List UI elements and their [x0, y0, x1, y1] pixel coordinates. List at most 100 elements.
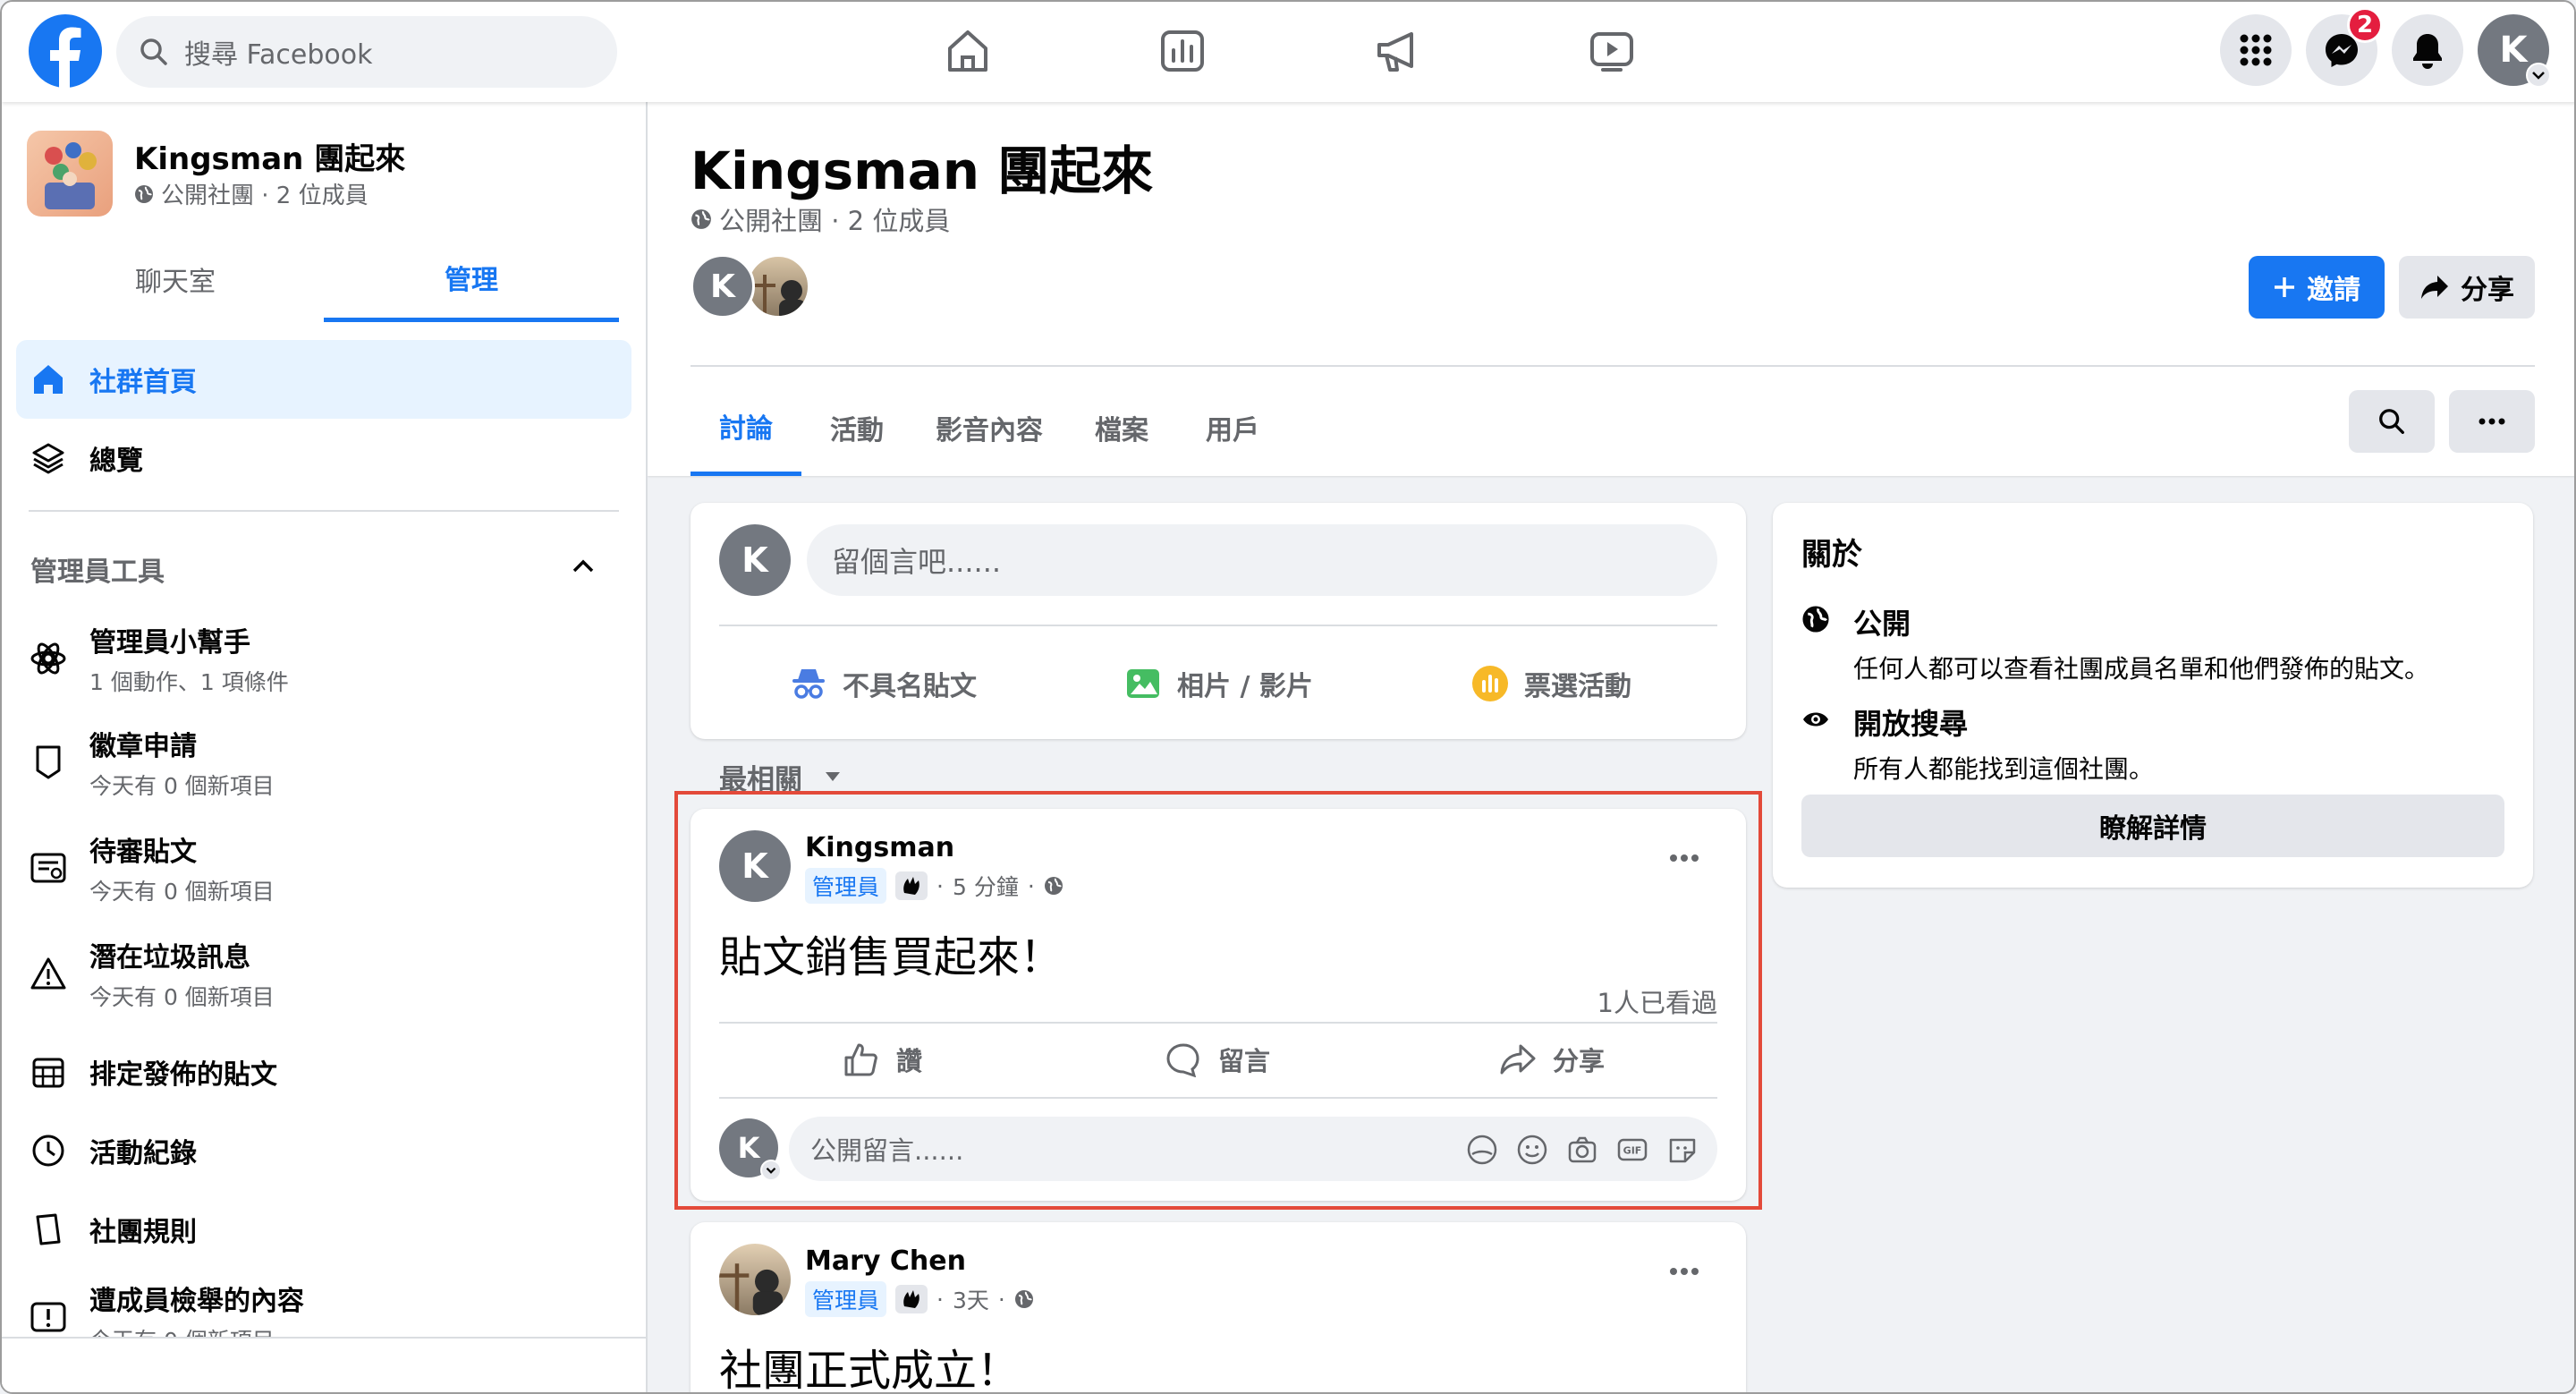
post-seen-count[interactable]: 1人已看過 — [1597, 982, 1717, 1020]
post-author-name[interactable]: Mary Chen — [805, 1245, 966, 1277]
sidebar-group-name[interactable]: Kingsman 團起來 — [134, 134, 405, 178]
post-time[interactable]: 5 分鐘 — [953, 870, 1019, 902]
grid-menu-icon — [2240, 34, 2272, 66]
about-card: 關於 公開 任何人都可以查看社團成員名單和他們發佈的貼文。 開放搜尋 所有人都能找到… — [1773, 503, 2533, 888]
admin-tools-title: 管理員工具 — [30, 557, 165, 588]
facebook-logo-icon[interactable] — [29, 14, 102, 88]
post-more-icon[interactable] — [1669, 1267, 1699, 1276]
group-header: Kingsman 團起來 公開社團 · 2 位成員 K 邀請 分享 討論 活動 … — [648, 102, 2574, 476]
tool-label: 徽章申請 — [89, 731, 197, 762]
member-avatar[interactable]: K — [691, 254, 755, 319]
share-post-button[interactable]: 分享 — [1499, 1024, 1605, 1095]
tab-events[interactable]: 活動 — [801, 379, 912, 476]
account-avatar-button[interactable]: K — [2478, 14, 2551, 88]
tab-files[interactable]: 檔案 — [1066, 379, 1177, 476]
post-composer: K 留個言吧...... 不具名貼文 相片 / 影片 票選活動 — [691, 503, 1746, 739]
photo-video-button[interactable]: 相片 / 影片 — [1123, 648, 1313, 719]
anonymous-post-label: 不具名貼文 — [843, 671, 977, 702]
commenter-avatar[interactable]: K — [719, 1118, 782, 1181]
group-more-button[interactable] — [2449, 390, 2535, 453]
caret-down-icon — [826, 772, 840, 781]
sidebar-item-community-home[interactable]: 社群首頁 — [16, 340, 631, 419]
sidebar-item-admin-assistant[interactable]: 管理員小幫手 1 個動作、1 項條件 — [16, 612, 631, 705]
post-card: Mary Chen 管理員 · 3天 · 社團正式成立！ — [691, 1222, 1746, 1392]
globe-icon — [135, 184, 153, 203]
insights-nav-icon[interactable] — [1157, 25, 1208, 77]
sidebar-item-badge-requests[interactable]: 徽章申請 今天有 0 個新項目 — [16, 716, 631, 809]
composer-avatar-letter: K — [741, 540, 768, 580]
sidebar-item-group-rules[interactable]: 社團規則 — [16, 1197, 631, 1262]
top-navigation-bar: 搜尋 Facebook 2 K — [2, 2, 2574, 102]
svg-text:GIF: GIF — [1623, 1145, 1642, 1157]
post-time[interactable]: 3天 — [953, 1283, 989, 1315]
comment-input[interactable]: 公開留言...... GIF — [789, 1117, 1717, 1181]
watch-nav-icon[interactable] — [1587, 25, 1637, 77]
comment-tools: GIF — [1465, 1133, 1699, 1167]
sidebar-item-activity-log[interactable]: 活動紀錄 — [16, 1118, 631, 1183]
sidebar-item-pending-posts[interactable]: 待審貼文 今天有 0 個新項目 — [16, 821, 631, 914]
member-avatar-letter: K — [710, 268, 735, 305]
rules-icon — [29, 1210, 68, 1249]
post-author-avatar[interactable] — [719, 1244, 791, 1315]
sidebar-item-potential-spam[interactable]: 潛在垃圾訊息 今天有 0 個新項目 — [16, 927, 631, 1020]
menu-grid-button[interactable] — [2220, 14, 2292, 86]
notifications-button[interactable] — [2392, 14, 2463, 86]
invite-button[interactable]: 邀請 — [2249, 256, 2385, 319]
post-author-avatar[interactable]: K — [719, 830, 791, 902]
comment-icon — [1166, 1043, 1199, 1077]
member-photo-avatar[interactable] — [746, 254, 810, 319]
sidebar-footer — [2, 1337, 646, 1392]
share-button[interactable]: 分享 — [2399, 256, 2535, 319]
admin-badge-icon[interactable] — [895, 1285, 928, 1313]
tab-members[interactable]: 用戶 — [1177, 379, 1288, 476]
chevron-up-icon[interactable] — [571, 557, 596, 574]
group-search-button[interactable] — [2349, 390, 2435, 453]
admin-role-badge[interactable]: 管理員 — [805, 868, 887, 904]
group-title[interactable]: Kingsman 團起來 — [691, 129, 1153, 204]
avatar-sticker-icon[interactable] — [1465, 1133, 1499, 1167]
search-bar[interactable]: 搜尋 Facebook — [116, 16, 617, 88]
megaphone-nav-icon[interactable] — [1372, 25, 1422, 77]
chevron-down-icon — [760, 1160, 782, 1181]
sidebar-item-label: 總覽 — [89, 446, 143, 477]
feed-sort-dropdown[interactable]: 最相關 — [719, 748, 842, 805]
sidebar-item-scheduled-posts[interactable]: 排定發佈的貼文 — [16, 1040, 631, 1104]
emoji-icon[interactable] — [1515, 1133, 1549, 1167]
tab-media[interactable]: 影音內容 — [912, 379, 1066, 476]
app-window: 搜尋 Facebook 2 K Kingsman 團起來 公開社團 · 2 位成… — [0, 0, 2576, 1394]
composer-avatar[interactable]: K — [719, 524, 791, 596]
messenger-button[interactable]: 2 — [2306, 7, 2383, 86]
post-text: 貼文銷售買起來！ — [719, 932, 1063, 982]
sidebar-item-overview[interactable]: 總覽 — [16, 419, 631, 497]
comment-button[interactable]: 留言 — [1165, 1024, 1270, 1095]
photo-video-label: 相片 / 影片 — [1177, 671, 1313, 702]
about-item-desc: 所有人都能找到這個社團。 — [1853, 754, 2155, 784]
post-author-name[interactable]: Kingsman — [805, 832, 954, 863]
admin-badge-icon[interactable] — [895, 871, 928, 900]
poll-button[interactable]: 票選活動 — [1470, 648, 1631, 719]
anonymous-post-button[interactable]: 不具名貼文 — [789, 648, 977, 719]
admin-role-badge[interactable]: 管理員 — [805, 1281, 887, 1317]
group-thumbnail[interactable] — [27, 131, 113, 217]
tab-chatroom[interactable]: 聊天室 — [16, 236, 335, 322]
tool-label: 活動紀錄 — [89, 1138, 197, 1169]
feed-sort-label: 最相關 — [719, 763, 802, 796]
like-button[interactable]: 讚 — [843, 1024, 922, 1095]
post-meta: 管理員 · 3天 · — [805, 1281, 1034, 1317]
composer-input[interactable]: 留個言吧...... — [807, 524, 1717, 596]
chevron-down-icon — [2526, 63, 2551, 88]
invite-label: 邀請 — [2307, 275, 2360, 306]
post-author-avatar-letter: K — [741, 846, 768, 886]
assistant-icon — [29, 639, 68, 678]
learn-more-button[interactable]: 瞭解詳情 — [1801, 795, 2504, 857]
camera-icon[interactable] — [1565, 1133, 1599, 1167]
home-nav-icon[interactable] — [943, 25, 993, 77]
post-more-icon[interactable] — [1669, 854, 1699, 863]
search-icon — [2379, 409, 2404, 434]
tab-discussion[interactable]: 討論 — [691, 379, 801, 476]
tab-manage[interactable]: 管理 — [324, 236, 619, 322]
tool-label: 社團規則 — [89, 1217, 197, 1248]
sticker-icon[interactable] — [1665, 1133, 1699, 1167]
gif-icon[interactable]: GIF — [1615, 1133, 1649, 1167]
home-icon — [29, 360, 68, 399]
